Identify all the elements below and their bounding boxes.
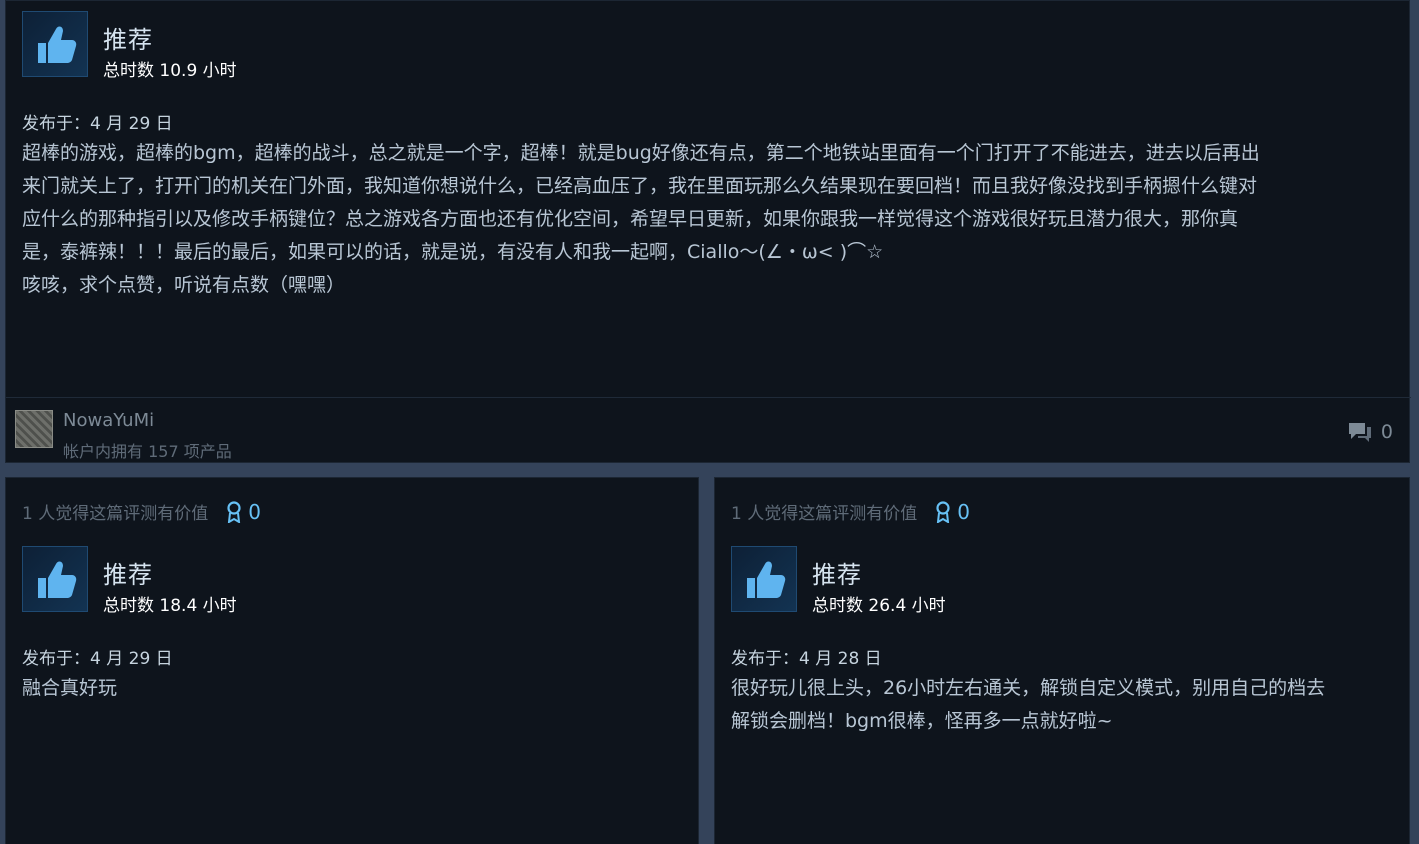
thumbs-up-icon — [22, 11, 88, 77]
award-button[interactable]: 0 — [935, 500, 970, 524]
helpful-text: 1 人觉得这篇评测有价值 0 — [22, 499, 261, 525]
review-line: 融合真好玩 — [22, 677, 118, 699]
posted-date: 发布于：4 月 29 日 — [22, 649, 173, 669]
playtime: 总时数 18.4 小时 — [103, 596, 237, 616]
review-line: 咳咳，求个点赞，听说有点数（嘿嘿） — [22, 274, 346, 296]
reviews-page: 推荐 总时数 10.9 小时 发布于：4 月 29 日 超棒的游戏，超棒的bgm… — [0, 0, 1419, 844]
review-body: 很好玩儿很上头，26小时左右通关，解锁自定义模式，别用自己的档去 解锁会删档！b… — [731, 672, 1325, 738]
review-body: 超棒的游戏，超棒的bgm，超棒的战斗，总之就是一个字，超棒！就是bug好像还有点… — [22, 137, 1260, 302]
review-card: 1 人觉得这篇评测有价值 0 推荐 总时数 26.4 小时 发布于：4 月 28… — [714, 477, 1410, 844]
recommendation-title: 推荐 — [103, 26, 153, 54]
helpful-label: 1 人觉得这篇评测有价值 — [731, 504, 918, 524]
recommendation-title: 推荐 — [103, 561, 153, 589]
review-card: 1 人觉得这篇评测有价值 0 推荐 总时数 18.4 小时 发布于：4 月 29… — [5, 477, 699, 844]
thumbs-up-icon — [22, 546, 88, 612]
posted-date: 发布于：4 月 28 日 — [731, 649, 882, 669]
review-line: 来门就关上了，打开门的机关在门外面，我知道你想说什么，已经高血压了，我在里面玩那… — [22, 175, 1258, 197]
comment-icon — [1348, 423, 1371, 442]
thumbs-up-icon — [731, 546, 797, 612]
divider — [6, 397, 1411, 398]
playtime: 总时数 26.4 小时 — [812, 596, 946, 616]
award-count: 0 — [248, 499, 261, 524]
author-name[interactable]: NowaYuMi — [63, 410, 154, 431]
helpful-label: 1 人觉得这篇评测有价值 — [22, 504, 209, 524]
comment-count: 0 — [1380, 421, 1393, 443]
award-icon — [227, 500, 241, 523]
review-line: 超棒的游戏，超棒的bgm，超棒的战斗，总之就是一个字，超棒！就是bug好像还有点… — [22, 142, 1260, 164]
playtime: 总时数 10.9 小时 — [103, 61, 237, 81]
review-body: 融合真好玩 — [22, 672, 117, 705]
avatar[interactable] — [15, 410, 53, 448]
posted-date: 发布于：4 月 29 日 — [22, 114, 173, 134]
award-button[interactable]: 0 — [226, 500, 261, 524]
review-line: 很好玩儿很上头，26小时左右通关，解锁自定义模式，别用自己的档去 — [731, 677, 1326, 699]
review-line: 解锁会删档！bgm很棒，怪再多一点就好啦~ — [731, 710, 1113, 732]
award-count: 0 — [957, 499, 970, 524]
helpful-text: 1 人觉得这篇评测有价值 0 — [731, 499, 970, 525]
review-line: 应什么的那种指引以及修改手柄键位？总之游戏各方面也还有优化空间，希望早日更新，如… — [22, 208, 1239, 230]
comment-button[interactable]: 0 — [1347, 421, 1393, 443]
author-products: 帐户内拥有 157 项产品 — [63, 442, 232, 461]
review-line: 是，泰裤辣！！！最后的最后，如果可以的话，就是说，有没有人和我一起啊，Ciall… — [22, 241, 884, 263]
recommendation-title: 推荐 — [812, 561, 862, 589]
review-card: 推荐 总时数 10.9 小时 发布于：4 月 29 日 超棒的游戏，超棒的bgm… — [5, 0, 1411, 463]
award-icon — [936, 500, 950, 523]
